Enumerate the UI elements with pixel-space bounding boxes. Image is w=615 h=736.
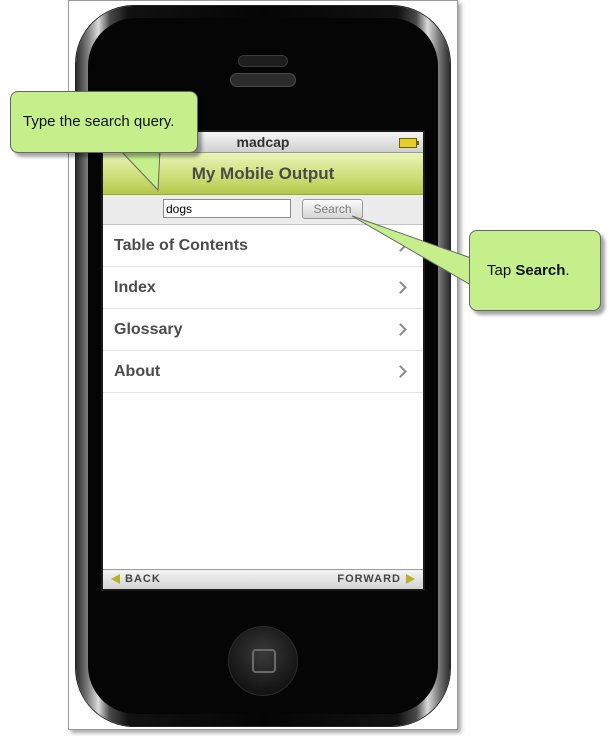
- callout-tap-suffix: .: [565, 262, 570, 279]
- callout-search-query-text: Type the search query.: [23, 113, 175, 130]
- callout-tap-prefix: Tap: [487, 262, 516, 279]
- callout-search-query: Type the search query.: [10, 91, 198, 153]
- callout-pointer-search-query: [118, 149, 161, 192]
- callout-tap-bold: Search: [515, 262, 566, 279]
- callout-tap-search: Tap Search.: [469, 230, 601, 311]
- callout-pointer-tap-search: [351, 215, 472, 286]
